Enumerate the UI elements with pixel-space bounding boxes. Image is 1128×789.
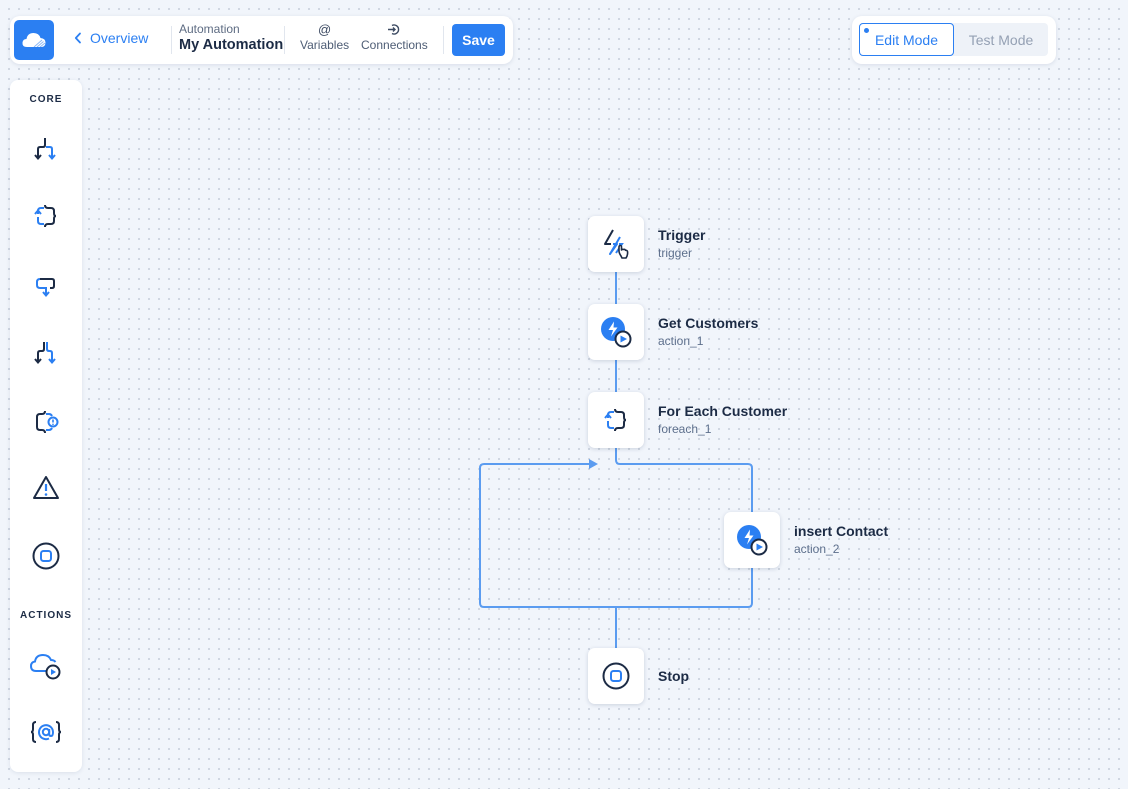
palette-item-raise-error[interactable]	[26, 468, 66, 508]
flow-connectors	[479, 272, 753, 648]
overview-label: Overview	[90, 30, 149, 46]
node-id: action_1	[658, 334, 704, 348]
palette-item-branch[interactable]	[26, 130, 66, 170]
error-handler-icon	[36, 410, 59, 434]
top-toolbar: Overview Automation My Automation @ Vari…	[10, 16, 513, 64]
action-bolt-play-icon	[601, 317, 632, 348]
cloud-icon	[22, 33, 46, 48]
palette-item-variable-action[interactable]	[26, 712, 66, 752]
parallel-branch-icon	[34, 342, 56, 365]
node-label-get-customers[interactable]: Get Customers action_1	[658, 314, 758, 350]
connector-action2-to-merge	[479, 463, 753, 608]
node-id: action_2	[794, 542, 840, 556]
edit-mode-tab[interactable]: Edit Mode	[859, 23, 954, 56]
breadcrumb-parent: Automation	[179, 22, 240, 36]
save-button[interactable]: Save	[452, 24, 505, 56]
mode-toggle: Edit Mode Test Mode	[859, 23, 1048, 56]
component-palette: CORE ACTIONS	[10, 80, 82, 772]
node-title: Stop	[658, 668, 690, 684]
active-indicator-dot	[864, 28, 869, 33]
flow-node-for-each-customer[interactable]	[588, 392, 644, 448]
node-label-insert-contact[interactable]: insert Contact action_2	[794, 522, 888, 558]
variables-button[interactable]: @ Variables	[300, 22, 350, 53]
node-title: Trigger	[658, 227, 706, 243]
action-bolt-play-icon	[737, 525, 768, 556]
node-title: insert Contact	[794, 523, 889, 539]
edit-mode-label: Edit Mode	[874, 31, 939, 48]
palette-item-parallel[interactable]	[26, 334, 66, 374]
flow-node-insert-contact[interactable]	[724, 512, 780, 568]
node-title: Get Customers	[658, 315, 759, 331]
foreach-loop-icon	[34, 204, 57, 228]
variable-braces-icon	[30, 721, 62, 743]
node-label-stop[interactable]: Stop	[658, 667, 689, 685]
palette-item-foreach[interactable]	[26, 196, 66, 236]
connections-label: Connections	[361, 38, 428, 52]
node-title: For Each Customer	[658, 403, 788, 419]
divider	[171, 26, 172, 54]
variables-label: Variables	[300, 38, 350, 52]
breadcrumb: Automation My Automation	[179, 22, 283, 54]
palette-item-try-catch[interactable]	[26, 402, 66, 442]
palette-item-api-action[interactable]	[26, 646, 66, 686]
foreach-loop-icon	[604, 408, 627, 432]
overview-back-link[interactable]: Overview	[74, 30, 148, 46]
at-sign-icon: @	[317, 22, 332, 37]
stop-icon	[602, 662, 630, 690]
flow-node-trigger[interactable]	[588, 216, 644, 272]
core-section-header: CORE	[29, 94, 63, 105]
palette-item-stop[interactable]	[26, 536, 66, 576]
connection-icon	[387, 23, 401, 38]
mode-toggle-card: Edit Mode Test Mode	[852, 16, 1056, 64]
branch-split-icon	[34, 138, 56, 161]
stop-icon	[32, 542, 60, 570]
warning-icon	[33, 476, 59, 499]
connector-foreach-to-action2	[615, 448, 753, 512]
while-loop-icon	[36, 278, 55, 298]
automation-title[interactable]: My Automation	[179, 36, 283, 54]
palette-item-while[interactable]	[26, 266, 66, 306]
loop-back-arrowhead	[589, 459, 598, 469]
trigger-bolt-click-icon	[604, 229, 629, 259]
node-id: foreach_1	[658, 422, 712, 436]
connections-button[interactable]: Connections	[361, 23, 428, 52]
test-mode-tab[interactable]: Test Mode	[954, 23, 1048, 56]
node-label-for-each-customer[interactable]: For Each Customer foreach_1	[658, 402, 787, 438]
node-label-trigger[interactable]: Trigger trigger	[658, 226, 705, 262]
test-mode-label: Test Mode	[968, 31, 1034, 48]
cloud-play-icon	[29, 653, 61, 680]
divider	[284, 26, 285, 54]
chevron-left-icon	[74, 32, 81, 44]
divider	[443, 26, 444, 54]
flow-node-get-customers[interactable]	[588, 304, 644, 360]
node-id: trigger	[658, 246, 693, 260]
app-logo[interactable]	[14, 20, 54, 60]
actions-section-header: ACTIONS	[20, 610, 72, 621]
flow-node-stop[interactable]	[588, 648, 644, 704]
